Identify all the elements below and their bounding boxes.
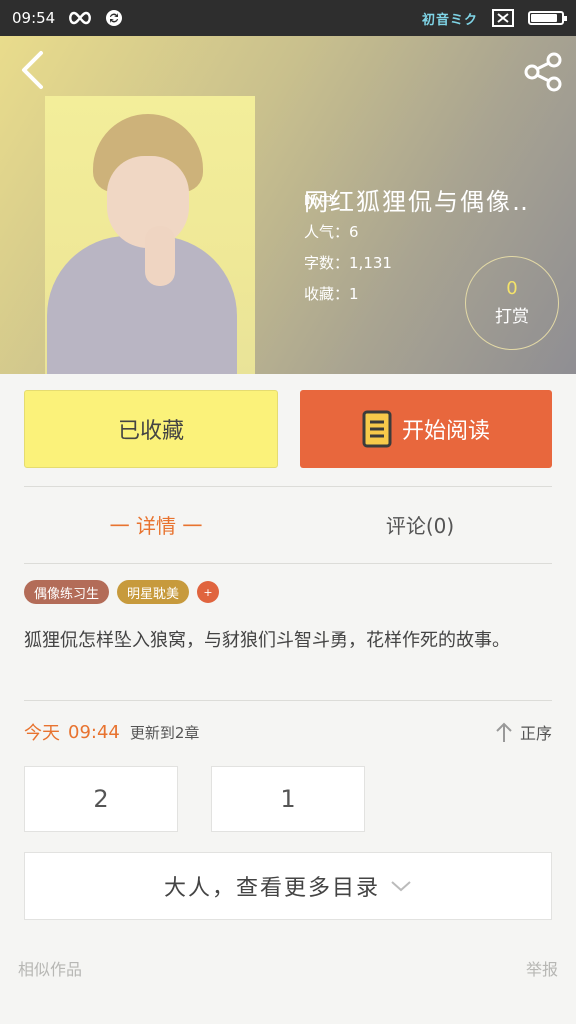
divider <box>24 700 552 701</box>
book-popularity: 人气：6 <box>304 223 359 241</box>
book-type: 听书 <box>304 192 335 210</box>
tag-list: 偶像练习生 明星耽美 + <box>24 580 220 604</box>
chevron-down-icon <box>391 881 411 892</box>
reward-button[interactable]: 0 打赏 <box>465 256 559 350</box>
no-sim-icon <box>492 9 514 27</box>
book-hero: 网红狐狸侃与偶像‥ 听书 人气：6 字数：1,131 收藏：1 0 打赏 <box>0 36 576 374</box>
update-day: 今天 <box>24 723 60 744</box>
chevron-left-icon <box>22 51 43 89</box>
reward-label: 打赏 <box>495 307 529 328</box>
tag-more-button[interactable]: + <box>197 581 220 603</box>
reward-count: 0 <box>506 277 518 299</box>
share-button[interactable] <box>520 50 568 94</box>
book-favorites: 收藏：1 <box>304 285 359 303</box>
book-description: 狐狸侃怎样坠入狼窝，与豺狼们斗智斗勇，花样作死的故事。 <box>24 630 510 651</box>
divider <box>24 563 552 564</box>
tab-comments[interactable]: 评论(0) <box>288 506 552 542</box>
book-title: 网红狐狸侃与偶像‥ <box>304 188 531 216</box>
divider <box>24 486 552 487</box>
chapter-item[interactable]: 2 <box>24 766 178 832</box>
sort-button[interactable]: 正序 <box>494 720 552 744</box>
more-catalog-button[interactable]: 大人，查看更多目录 <box>24 852 552 920</box>
start-reading-button[interactable]: 开始阅读 <box>300 390 552 468</box>
tab-details[interactable]: 一 详情 一 <box>24 506 288 542</box>
battery-icon <box>528 11 567 25</box>
book-icon <box>362 410 392 448</box>
start-reading-label: 开始阅读 <box>401 419 490 444</box>
more-catalog-label: 大人，查看更多目录 <box>163 876 380 901</box>
book-word-count: 字数：1,131 <box>304 254 392 272</box>
update-time: 09:44 <box>68 721 120 743</box>
report-link[interactable]: 举报 <box>526 956 558 980</box>
sort-label: 正序 <box>519 724 552 743</box>
sync-icon <box>105 9 123 27</box>
update-info: 今天 09:44 更新到2章 正序 <box>24 716 552 748</box>
status-time: 09:54 <box>12 9 56 27</box>
tag-item[interactable]: 偶像练习生 <box>24 580 110 604</box>
share-icon <box>524 52 562 92</box>
arrow-up-icon <box>496 722 512 742</box>
update-text: 更新到2章 <box>129 723 200 742</box>
book-cover <box>45 96 255 374</box>
infinity-icon <box>67 11 93 25</box>
collect-button[interactable]: 已收藏 <box>24 390 278 468</box>
back-button[interactable] <box>12 50 52 90</box>
tag-item[interactable]: 明星耽美 <box>117 580 190 604</box>
carrier-badge: 初音ミク <box>421 12 478 28</box>
status-bar: 09:54 初音ミク <box>0 0 576 36</box>
chapter-item[interactable]: 1 <box>211 766 365 832</box>
similar-works-label: 相似作品 <box>18 960 83 979</box>
